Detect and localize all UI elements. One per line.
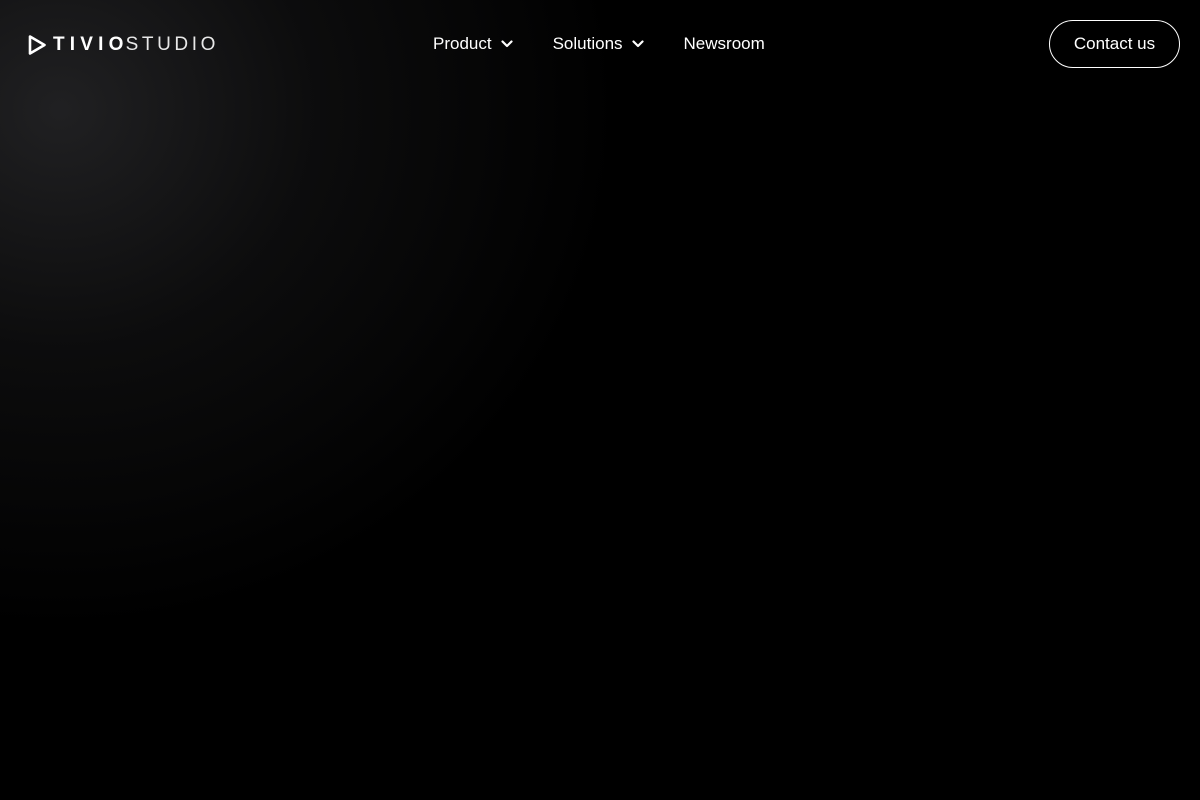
main-nav: Product Solutions Newsroom: [433, 32, 765, 56]
background-glow: [0, 0, 1200, 800]
contact-us-button[interactable]: Contact us: [1049, 20, 1180, 68]
chevron-down-icon: [500, 40, 513, 48]
site-header: TIVIO STUDIO Product Solutions Newsroom …: [0, 0, 1200, 88]
nav-item-label: Newsroom: [683, 34, 765, 53]
brand-name-light: STUDIO: [125, 34, 220, 55]
brand-name-bold: TIVIO: [53, 34, 129, 55]
chevron-down-icon: [631, 40, 644, 48]
nav-item-newsroom[interactable]: Newsroom: [684, 32, 765, 56]
nav-item-product[interactable]: Product: [433, 32, 513, 56]
nav-item-label: Solutions: [552, 34, 623, 53]
nav-item-label: Product: [433, 34, 492, 53]
nav-item-solutions[interactable]: Solutions: [553, 32, 644, 56]
brand-logo[interactable]: TIVIO STUDIO: [27, 34, 219, 56]
play-triangle-icon: [28, 35, 46, 55]
